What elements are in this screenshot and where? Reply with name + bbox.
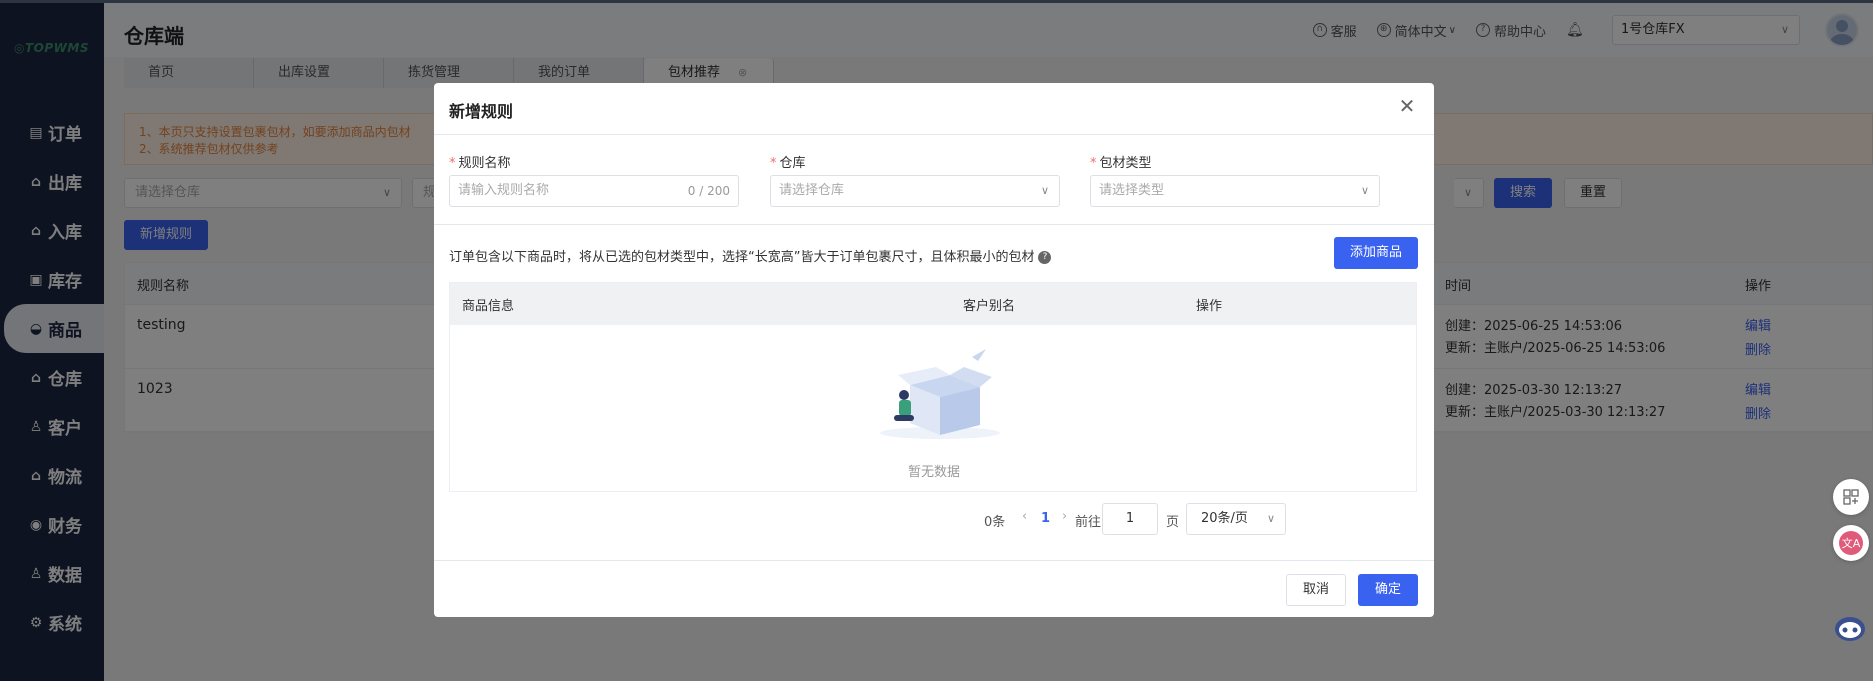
packaging-type-placeholder: 请选择类型 [1099,183,1165,198]
table-header: 商品信息 客户别名 操作 [450,283,1416,325]
packaging-type-select[interactable]: 请选择类型 ∨ [1090,175,1380,207]
divider [434,560,1434,561]
column-header-goods-info: 商品信息 [462,299,515,314]
add-rule-dialog: 新增规则 ✕ * 规则名称 请输入规则名称 0 / 200 * 仓库 请选择仓库 ∨ *… [434,83,1434,617]
packaging-type-label: * 包材类型 [1090,152,1152,171]
question-icon[interactable]: ? [1038,251,1052,264]
close-icon[interactable]: ✕ [1396,95,1418,117]
char-counter: 0 / 200 [687,184,730,198]
page-jump-input[interactable]: 1 [1102,503,1158,535]
chatbot-icon[interactable] [1830,612,1870,644]
rule-description-text: 订单包含以下商品时，将从已选的包材类型中，选择“长宽高”皆大于订单包裹尺寸，且体… [449,250,1035,265]
divider [434,224,1434,225]
rule-name-label-text: 规则名称 [458,156,511,171]
goto-label: 前往 [1075,515,1102,530]
warehouse-label: * 仓库 [770,152,806,171]
page-size-select[interactable]: 20条/页 ∨ [1186,503,1286,535]
translate-icon: 文A [1839,531,1863,555]
required-mark: * [449,156,456,171]
rule-name-input[interactable]: 请输入规则名称 0 / 200 [449,175,739,207]
svg-text:文A: 文A [1842,536,1861,550]
required-mark: * [770,156,777,171]
chevron-down-icon: ∨ [1266,512,1275,525]
warehouse-label-text: 仓库 [779,156,806,171]
rule-name-placeholder: 请输入规则名称 [458,183,550,198]
chevron-down-icon: ∨ [1040,184,1049,197]
page-label: 页 [1166,515,1180,530]
required-mark: * [1090,156,1097,171]
translate-float-button[interactable]: 文A [1833,525,1869,561]
page-size-value: 20条/页 [1201,511,1248,526]
chevron-right-icon[interactable]: › [1062,509,1067,524]
packaging-type-label-text: 包材类型 [1099,156,1152,171]
goods-table: 商品信息 客户别名 操作 暂无数据 [449,282,1417,492]
chevron-down-icon: ∨ [1360,184,1369,197]
warehouse-select[interactable]: 请选择仓库 ∨ [770,175,1060,207]
warehouse-placeholder: 请选择仓库 [779,183,845,198]
divider [434,134,1434,135]
chevron-left-icon[interactable]: ‹ [1022,509,1027,524]
pagination: 0条 ‹ 1 › 前往 1 页 20条/页 ∨ [984,503,1419,535]
empty-state-text: 暂无数据 [907,465,960,480]
grid-icon [1843,489,1859,505]
rule-name-label: * 规则名称 [449,152,511,171]
add-goods-button[interactable]: 添加商品 [1334,237,1418,269]
empty-box-illustration [870,345,1010,445]
rule-description: 订单包含以下商品时，将从已选的包材类型中，选择“长宽高”皆大于订单包裹尺寸，且体… [449,246,1052,265]
total-count: 0条 [984,515,1006,530]
current-page[interactable]: 1 [1041,511,1050,526]
confirm-button[interactable]: 确定 [1358,574,1418,606]
dialog-title: 新增规则 [449,102,514,121]
column-header-alias: 客户别名 [963,299,1016,314]
cancel-button[interactable]: 取消 [1286,574,1346,606]
column-header-ops: 操作 [1196,299,1223,314]
apps-float-button[interactable] [1833,479,1869,515]
